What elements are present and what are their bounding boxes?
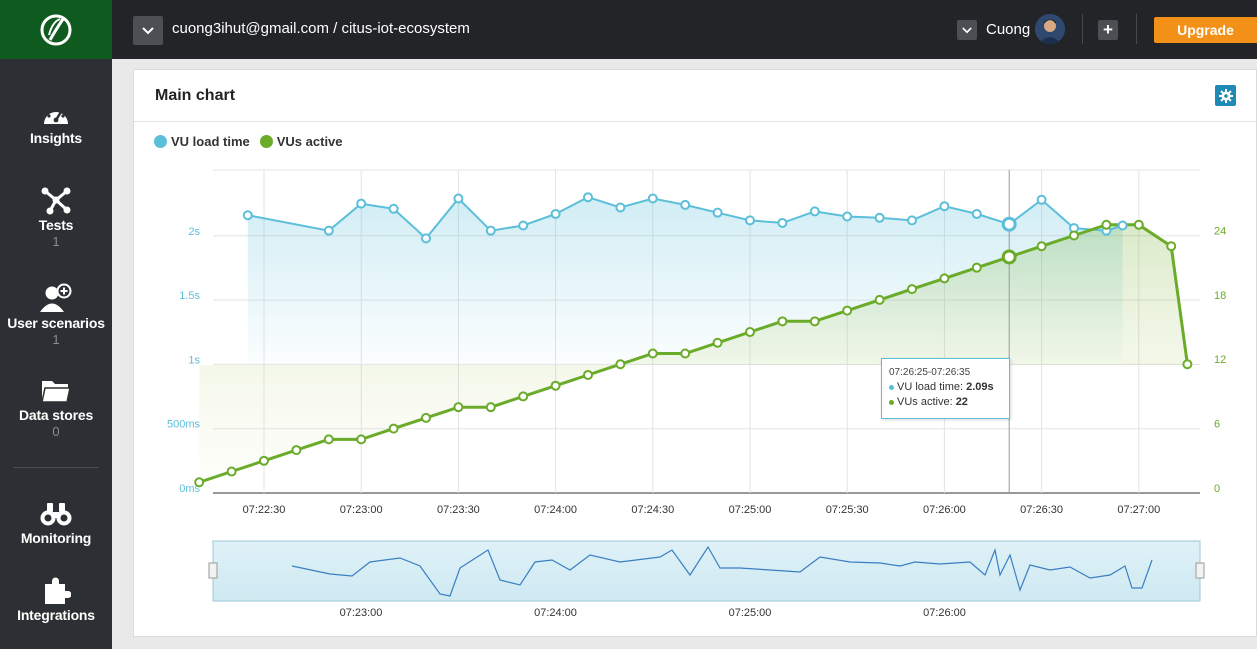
load-time-point: [971, 208, 982, 219]
x-tick-label: 07:22:30: [243, 504, 286, 516]
load-time-point: [874, 212, 885, 223]
tooltip-marker: [889, 399, 894, 405]
load-time-point: [745, 215, 755, 226]
vus-active-point: [1182, 359, 1193, 370]
y-right-tick-label: 18: [1214, 290, 1226, 302]
vus-active-point: [615, 359, 626, 370]
vus-active-point: [1001, 249, 1017, 265]
load-time-point: [680, 199, 691, 210]
navigator-tick-label: 07:25:00: [729, 607, 772, 619]
load-time-point: [323, 225, 334, 236]
load-time-point: [356, 198, 367, 209]
load-time-point: [809, 206, 820, 217]
vus-active-point: [194, 477, 205, 488]
navigator-tick-label: 07:26:00: [923, 607, 966, 619]
vus-active-point: [777, 316, 788, 327]
vus-active-point: [1069, 230, 1079, 241]
vus-active-point: [1166, 241, 1177, 252]
tooltip-vus-value: 22: [955, 396, 968, 408]
x-tick-label: 07:24:00: [534, 504, 577, 516]
x-tick-label: 07:25:30: [826, 504, 869, 516]
vus-active-point: [939, 273, 950, 284]
x-tick-label: 07:26:00: [923, 504, 966, 516]
vus-active-point: [842, 305, 853, 316]
navigator-handle-right: [1195, 562, 1205, 579]
y-left-tick-label: 1s: [188, 354, 200, 366]
vus-active-point: [647, 348, 658, 359]
x-tick-label: 07:23:00: [340, 504, 383, 516]
load-time-point: [647, 193, 658, 204]
vus-active-point: [550, 380, 561, 391]
x-tick-label: 07:27:00: [1117, 504, 1160, 516]
load-time-point: [485, 225, 496, 236]
tooltip-marker: [889, 384, 894, 390]
load-time-point: [1117, 220, 1128, 231]
vus-active-point: [388, 423, 399, 434]
y-right-tick-label: 0: [1214, 483, 1220, 495]
load-time-point: [615, 202, 626, 213]
load-time-point: [421, 233, 431, 244]
x-tick-label: 07:26:30: [1020, 504, 1063, 516]
vus-active-point: [680, 348, 691, 359]
vus-active-point: [745, 327, 755, 338]
load-time-point: [1036, 194, 1047, 205]
x-tick-label: 07:25:00: [729, 504, 772, 516]
vus-active-point: [356, 434, 367, 445]
load-time-point: [842, 211, 853, 222]
vus-active-point: [907, 284, 917, 295]
y-left-tick-label: 500ms: [167, 419, 201, 431]
chart-tooltip: 07:26:25-07:26:35 VU load time: 2.09s VU…: [881, 358, 1010, 419]
vus-active-point: [1133, 219, 1144, 230]
tooltip-vus-row: VUs active: 22: [889, 395, 1002, 410]
load-time-point: [1001, 216, 1017, 232]
load-time-point: [583, 192, 593, 203]
load-time-point: [388, 203, 399, 214]
vus-active-point: [1101, 219, 1112, 230]
load-time-point: [907, 215, 917, 226]
vus-active-point: [259, 455, 269, 466]
y-left-tick-label: 2s: [188, 226, 200, 238]
load-time-point: [712, 207, 723, 218]
load-time-point: [939, 201, 950, 212]
load-time-point: [777, 217, 788, 228]
tooltip-load-label: VU load time:: [897, 381, 967, 393]
load-time-point: [518, 220, 529, 231]
vus-active-point: [453, 402, 464, 413]
y-right-tick-label: 24: [1214, 225, 1226, 237]
vus-active-point: [1036, 241, 1047, 252]
y-left-tick-label: 1.5s: [179, 290, 200, 302]
vus-active-point: [323, 434, 334, 445]
vus-active-point: [971, 262, 982, 273]
navigator-tick-label: 07:24:00: [534, 607, 577, 619]
x-tick-label: 07:24:30: [631, 504, 674, 516]
tooltip-time-range: 07:26:25-07:26:35: [889, 367, 971, 378]
main-chart[interactable]: 07:22:30 07:23:00 07:23:30 07:24:00 07:24:30…: [0, 0, 1257, 649]
y-right-tick-label: 12: [1214, 354, 1226, 366]
tooltip-load-value: 2.09s: [966, 381, 994, 393]
y-right-tick-label: 6: [1214, 419, 1220, 431]
load-time-point: [453, 193, 464, 204]
tooltip-vus-label: VUs active:: [897, 396, 956, 408]
tooltip-load-row: VU load time: 2.09s: [889, 380, 1002, 395]
vus-active-point: [518, 391, 529, 402]
vus-active-point: [874, 294, 885, 305]
navigator-tick-label: 07:23:00: [340, 607, 383, 619]
vus-active-point: [712, 337, 723, 348]
load-time-point: [242, 210, 253, 221]
x-tick-label: 07:23:30: [437, 504, 480, 516]
vus-active-point: [809, 316, 820, 327]
vus-active-point: [421, 412, 431, 423]
vus-active-point: [583, 369, 593, 380]
navigator-handle-left: [208, 562, 218, 579]
load-time-point: [550, 208, 561, 219]
vus-active-point: [485, 402, 496, 413]
vus-active-point: [226, 466, 237, 477]
vus-active-point: [291, 445, 302, 456]
